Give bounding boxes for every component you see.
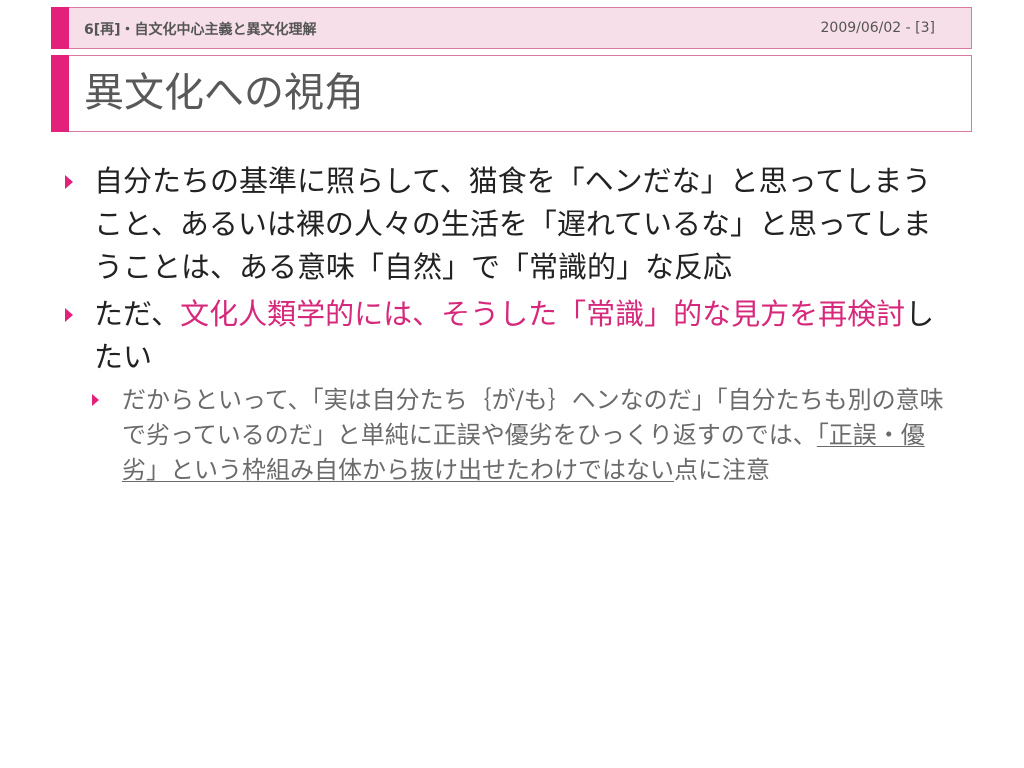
bullet-arrow-icon (65, 308, 73, 322)
bullet-item-2: ただ、文化人類学的には、そうした「常識」的な見方を再検討したい (60, 293, 960, 379)
bullet-text-2-highlight: 文化人類学的には、そうした「常識」的な見方を再検討 (180, 297, 906, 331)
bullet-arrow-icon (65, 175, 73, 189)
header-accent-stripe (51, 7, 69, 49)
bullet-text-1: 自分たちの基準に照らして、猫食を「ヘンだな」と思ってしまうこと、あるいは裸の人々… (94, 164, 932, 284)
header-title: 6[再]・自文化中心主義と異文化理解 (84, 22, 317, 38)
title-accent-stripe (51, 55, 69, 132)
header-date: 2009/06/02 - [3] (820, 20, 935, 36)
sub-bullet-item-1: だからといって、「実は自分たち｛が/も｝ヘンなのだ」「自分たちも別の意味で劣って… (88, 383, 960, 488)
slide-content: 自分たちの基準に照らして、猫食を「ヘンだな」と思ってしまうこと、あるいは裸の人々… (60, 160, 960, 488)
header-bar: 6[再]・自文化中心主義と異文化理解 2009/06/02 - [3] (51, 7, 972, 49)
bullet-arrow-icon (92, 394, 99, 406)
bullet-item-1: 自分たちの基準に照らして、猫食を「ヘンだな」と思ってしまうこと、あるいは裸の人々… (60, 160, 960, 289)
title-bar: 異文化への視角 (51, 55, 972, 132)
slide-title: 異文化への視角 (84, 70, 364, 116)
bullet-text-2-prefix: ただ、 (94, 297, 181, 331)
sub-bullet-text-suffix: 点に注意 (674, 456, 770, 484)
